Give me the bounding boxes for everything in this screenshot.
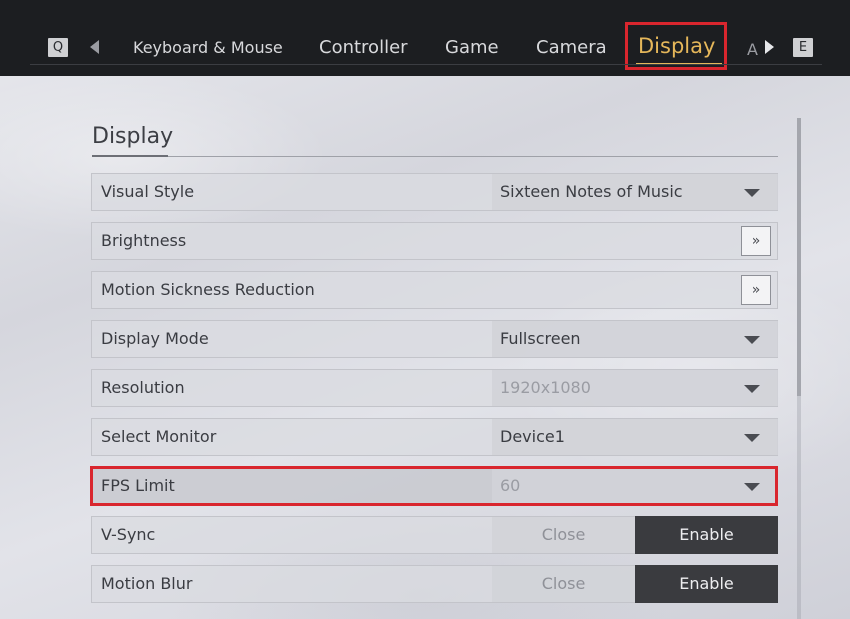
chevron-right-icon[interactable] <box>765 40 774 54</box>
motion-blur-enable-option[interactable]: Enable <box>635 565 778 603</box>
tab-camera[interactable]: Camera <box>536 36 607 60</box>
caret-down-icon <box>744 189 760 197</box>
brightness-open-button[interactable]: » <box>741 226 771 256</box>
dropdown-value: 1920x1080 <box>500 378 591 397</box>
section-divider-accent <box>92 155 168 157</box>
tab-bar-divider <box>30 64 822 65</box>
setting-row-v-sync: V-Sync Close Enable <box>91 516 778 554</box>
visual-style-dropdown[interactable]: Sixteen Notes of Music <box>492 174 778 210</box>
setting-row-motion-blur: Motion Blur Close Enable <box>91 565 778 603</box>
settings-tab-bar: Q Keyboard & Mouse Controller Game Camer… <box>0 0 850 76</box>
tab-controller[interactable]: Controller <box>319 36 408 60</box>
setting-row-motion-sickness: Motion Sickness Reduction » <box>91 271 778 309</box>
setting-label: Motion Sickness Reduction <box>101 280 315 299</box>
fps-limit-highlight-box <box>90 466 778 506</box>
setting-label: Select Monitor <box>101 427 217 446</box>
next-tab-key-hint[interactable]: E <box>793 38 813 57</box>
caret-down-icon <box>744 434 760 442</box>
setting-label: Visual Style <box>101 182 195 201</box>
resolution-dropdown[interactable]: 1920x1080 <box>492 370 778 406</box>
caret-down-icon <box>744 336 760 344</box>
setting-label: Display Mode <box>101 329 209 348</box>
setting-label: Brightness <box>101 231 187 250</box>
setting-row-display-mode: Display Mode Fullscreen <box>91 320 778 358</box>
setting-row-brightness: Brightness » <box>91 222 778 260</box>
dropdown-value: Device1 <box>500 427 565 446</box>
motion-blur-close-option[interactable]: Close <box>492 566 635 602</box>
tab-keyboard-mouse[interactable]: Keyboard & Mouse <box>133 36 283 60</box>
tab-display-highlight-box <box>625 22 727 70</box>
chevron-left-icon[interactable] <box>90 40 99 54</box>
setting-row-resolution: Resolution 1920x1080 <box>91 369 778 407</box>
setting-row-visual-style: Visual Style Sixteen Notes of Music <box>91 173 778 211</box>
section-divider <box>92 156 778 157</box>
display-mode-dropdown[interactable]: Fullscreen <box>492 321 778 357</box>
setting-label: Motion Blur <box>101 574 193 593</box>
dropdown-value: Fullscreen <box>500 329 581 348</box>
motion-sickness-open-button[interactable]: » <box>741 275 771 305</box>
v-sync-enable-option[interactable]: Enable <box>635 516 778 554</box>
v-sync-close-option[interactable]: Close <box>492 517 635 553</box>
setting-label: Resolution <box>101 378 185 397</box>
setting-label: V-Sync <box>101 525 156 544</box>
tab-overflow-partial[interactable]: A <box>747 40 758 59</box>
prev-tab-key-hint[interactable]: Q <box>48 38 68 57</box>
select-monitor-dropdown[interactable]: Device1 <box>492 419 778 455</box>
dropdown-value: Sixteen Notes of Music <box>500 182 683 201</box>
setting-row-select-monitor: Select Monitor Device1 <box>91 418 778 456</box>
section-title: Display <box>92 124 174 149</box>
tab-game[interactable]: Game <box>445 36 499 60</box>
caret-down-icon <box>744 385 760 393</box>
scrollbar-thumb[interactable] <box>797 118 801 396</box>
